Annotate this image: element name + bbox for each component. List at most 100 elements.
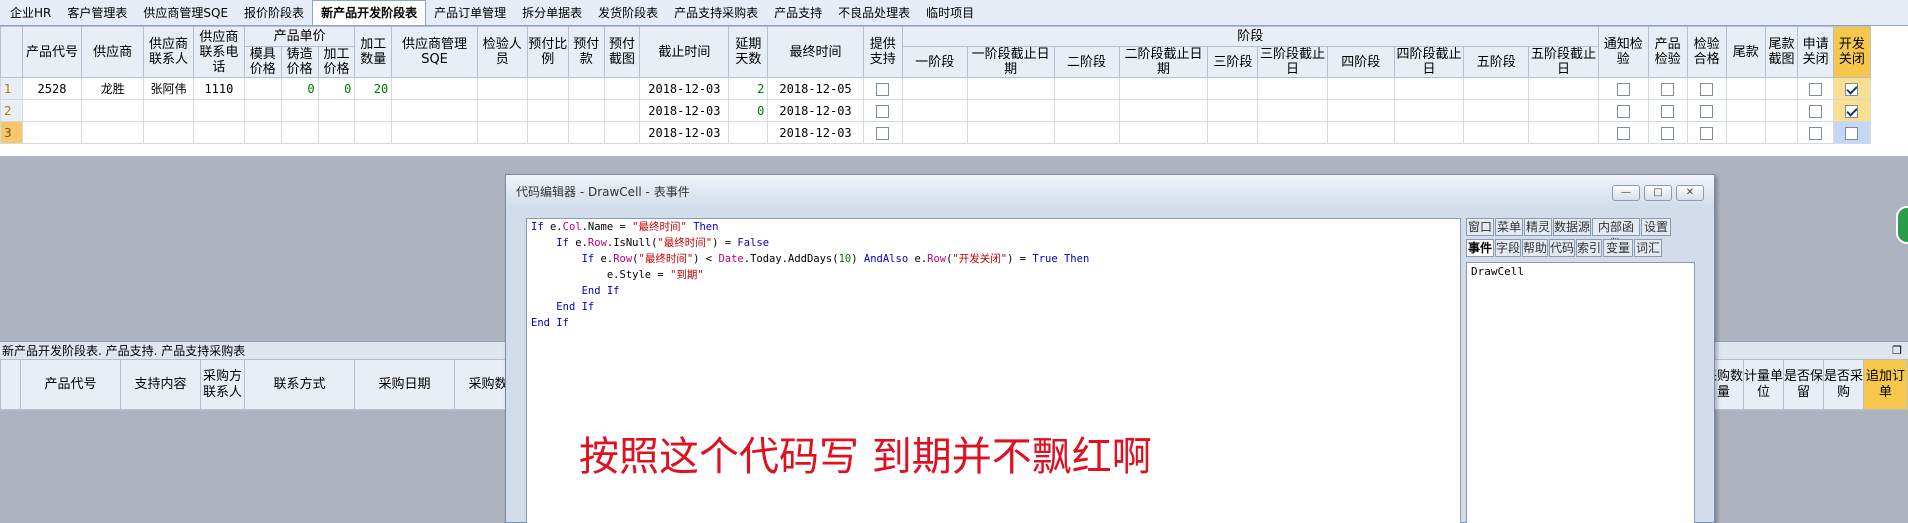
- helper-tab[interactable]: 词汇: [1634, 239, 1662, 257]
- grid-corner[interactable]: [0, 26, 23, 78]
- helper-tab[interactable]: 代码: [1549, 239, 1575, 257]
- table-cell[interactable]: [317, 121, 356, 144]
- table-cell[interactable]: [1053, 121, 1120, 144]
- column-header[interactable]: 产品检验: [1647, 26, 1688, 78]
- table-cell[interactable]: [1118, 99, 1209, 122]
- table-cell[interactable]: [280, 121, 319, 144]
- table-cell[interactable]: [603, 121, 641, 144]
- table-cell[interactable]: [1832, 99, 1871, 122]
- table-cell[interactable]: [1797, 77, 1834, 100]
- table-cell[interactable]: [1597, 99, 1649, 122]
- table-cell[interactable]: 龙胜: [81, 77, 145, 100]
- table-cell[interactable]: [1764, 121, 1799, 144]
- table-cell[interactable]: [1053, 77, 1120, 100]
- module-tab[interactable]: 不良品处理表: [830, 1, 918, 25]
- table-cell[interactable]: [280, 99, 319, 122]
- table-cell[interactable]: [567, 77, 605, 100]
- table-cell[interactable]: [81, 99, 145, 122]
- table-cell[interactable]: [526, 77, 569, 100]
- table-cell[interactable]: [391, 77, 478, 100]
- table-cell[interactable]: [476, 121, 528, 144]
- table-cell[interactable]: [1686, 77, 1727, 100]
- table-cell[interactable]: [192, 99, 245, 122]
- table-cell[interactable]: [603, 77, 641, 100]
- helper-tab[interactable]: 变量: [1603, 239, 1633, 257]
- table-cell[interactable]: 2018-12-03: [639, 77, 730, 100]
- column-header[interactable]: 联系方式: [244, 359, 355, 410]
- column-header[interactable]: 五阶段截止日: [1528, 46, 1599, 78]
- column-header[interactable]: 一阶段: [901, 46, 968, 78]
- module-tab[interactable]: 发货阶段表: [590, 1, 666, 25]
- column-header[interactable]: 检验人员: [476, 26, 528, 78]
- table-cell[interactable]: [1257, 99, 1328, 122]
- floating-green-button[interactable]: [1896, 206, 1908, 244]
- module-tab[interactable]: 报价阶段表: [236, 1, 312, 25]
- table-cell[interactable]: [1463, 121, 1530, 144]
- table-cell[interactable]: [1597, 77, 1649, 100]
- table-cell[interactable]: [1207, 77, 1259, 100]
- table-cell[interactable]: 0: [317, 77, 356, 100]
- table-cell[interactable]: [476, 77, 528, 100]
- column-header[interactable]: 检验合格: [1686, 26, 1727, 78]
- table-row[interactable]: 2 2018-12-03 0 2018-12-03: [0, 99, 1908, 122]
- column-header[interactable]: 预付截图: [603, 26, 641, 78]
- table-cell[interactable]: 2018-12-05: [767, 77, 864, 100]
- checkbox[interactable]: [1845, 126, 1859, 140]
- column-header[interactable]: 供应商管理SQE: [391, 26, 478, 78]
- column-header[interactable]: 供应商联系人: [143, 26, 194, 78]
- table-cell[interactable]: [1725, 99, 1766, 122]
- table-cell[interactable]: [1118, 77, 1209, 100]
- helper-tab[interactable]: 帮助: [1522, 239, 1548, 257]
- table-cell[interactable]: [603, 99, 641, 122]
- module-tab[interactable]: 客户管理表: [59, 1, 135, 25]
- checkbox[interactable]: [1809, 104, 1823, 118]
- table-cell[interactable]: 20: [354, 77, 393, 100]
- table-cell[interactable]: [1326, 99, 1395, 122]
- table-cell[interactable]: 2018-12-03: [767, 99, 864, 122]
- table-cell[interactable]: 1: [0, 77, 23, 100]
- column-header[interactable]: 采购方联系人: [200, 359, 245, 410]
- column-header[interactable]: 三阶段: [1207, 46, 1259, 78]
- checkbox[interactable]: [876, 82, 890, 96]
- table-cell[interactable]: 2018-12-03: [639, 121, 730, 144]
- table-cell[interactable]: [901, 99, 968, 122]
- checkbox[interactable]: [1616, 104, 1630, 118]
- table-cell[interactable]: [1832, 121, 1871, 144]
- column-header[interactable]: 一阶段截止日期: [966, 46, 1055, 78]
- column-header[interactable]: 四阶段截止日: [1393, 46, 1465, 78]
- table-cell[interactable]: [1764, 99, 1799, 122]
- table-cell[interactable]: 张阿伟: [143, 77, 194, 100]
- table-cell[interactable]: [1393, 99, 1465, 122]
- maximize-button[interactable]: □: [1644, 185, 1672, 201]
- column-header[interactable]: 计量单位: [1743, 359, 1784, 410]
- column-header[interactable]: 尾款截图: [1764, 26, 1799, 78]
- table-cell[interactable]: [1647, 121, 1688, 144]
- table-cell[interactable]: [354, 121, 393, 144]
- table-cell[interactable]: [966, 121, 1055, 144]
- table-cell[interactable]: [1686, 121, 1727, 144]
- column-header[interactable]: 预付比例: [526, 26, 569, 78]
- table-cell[interactable]: [1686, 99, 1727, 122]
- table-cell[interactable]: [862, 99, 903, 122]
- column-header[interactable]: 二阶段: [1053, 46, 1120, 78]
- column-header[interactable]: 阶段: [901, 26, 1599, 47]
- table-cell[interactable]: [1257, 77, 1328, 100]
- table-cell[interactable]: [862, 77, 903, 100]
- column-header[interactable]: 追加订单: [1863, 359, 1908, 410]
- table-cell[interactable]: [243, 77, 282, 100]
- grid-corner[interactable]: [0, 359, 21, 410]
- table-cell[interactable]: 3: [0, 121, 23, 144]
- close-button[interactable]: ✕: [1676, 185, 1704, 201]
- table-cell[interactable]: [728, 121, 769, 144]
- helper-tab[interactable]: 菜单: [1495, 218, 1523, 236]
- table-cell[interactable]: [1207, 121, 1259, 144]
- table-cell[interactable]: [567, 121, 605, 144]
- checkbox[interactable]: [1845, 82, 1859, 96]
- checkbox[interactable]: [1809, 82, 1823, 96]
- table-cell[interactable]: 2: [0, 99, 23, 122]
- table-cell[interactable]: [476, 99, 528, 122]
- helper-tab[interactable]: 精灵: [1524, 218, 1552, 236]
- helper-tab[interactable]: 索引: [1576, 239, 1602, 257]
- column-header[interactable]: 采购日期: [354, 359, 455, 410]
- helper-tab[interactable]: 事件: [1466, 239, 1494, 257]
